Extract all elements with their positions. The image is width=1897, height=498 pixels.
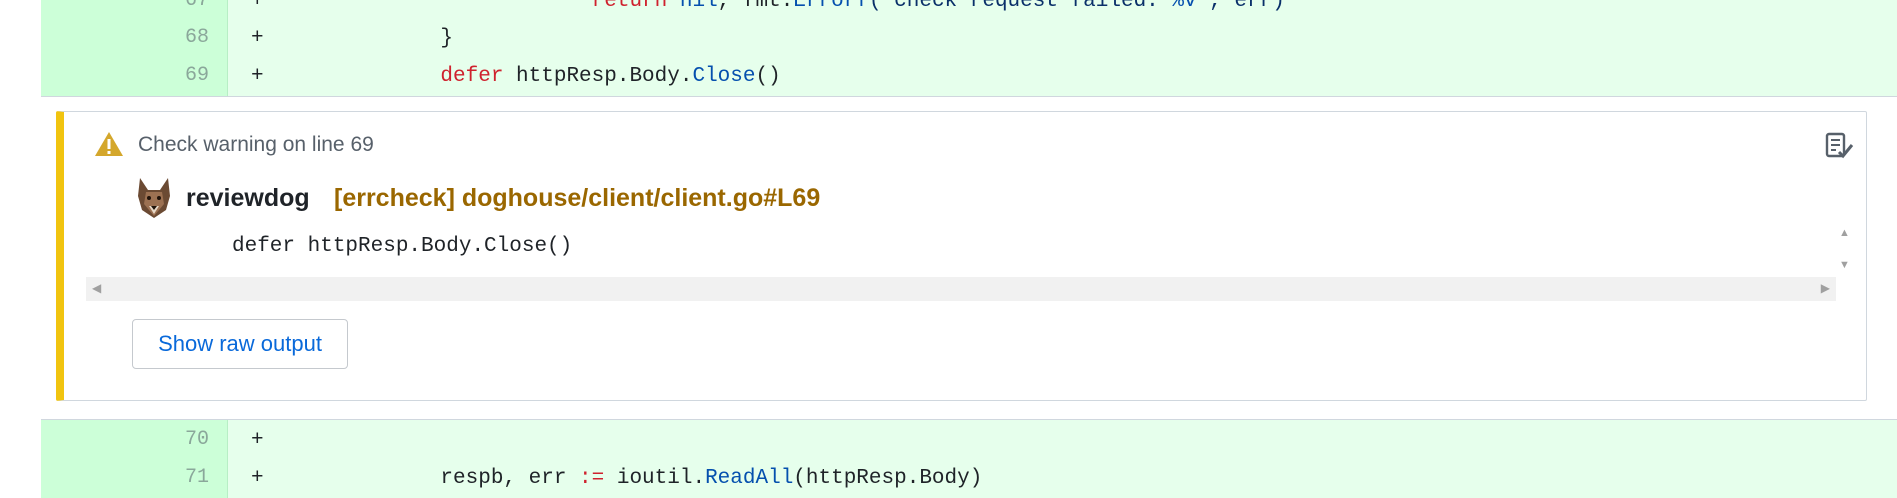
diff-block-bottom: 70 + 71 + respb, err := ioutil.ReadAll(h… [41,420,1897,498]
line-number[interactable]: 70 [185,428,209,451]
code-token: () [755,65,781,88]
check-annotation: Check warning on line 69 reviewdog [errc… [56,111,1867,401]
scroll-left-icon[interactable]: ◀ [92,281,101,295]
diff-block-top: 67 + return nil, fmt.Errorf("check reque… [41,0,1897,96]
code-token: , fmt. [717,0,794,13]
code-token: ReadAll [705,467,794,490]
diff-marker: + [251,0,264,13]
diff-line: 71 + respb, err := ioutil.ReadAll(httpRe… [41,458,1897,498]
diff-line: 70 + [41,420,1897,460]
line-number[interactable]: 67 [185,0,209,12]
annotation-output[interactable]: defer httpResp.Body.Close() ▲ ▼ ◀ ▶ [86,219,1856,311]
code-token: respb, err [390,467,580,490]
show-raw-output-button[interactable]: Show raw output [132,319,348,369]
code-token: nil [679,0,718,13]
diff-marker: + [251,65,264,88]
code-token: defer [440,65,504,88]
line-gutter[interactable]: 71 [41,458,228,498]
code-token: ("check request failed: [868,0,1172,13]
code-token: return [591,0,668,13]
code-line: defer httpResp.Body.Close() [390,65,781,88]
avatar [138,178,170,218]
line-gutter[interactable]: 69 [41,56,228,96]
diff-marker: + [251,27,264,50]
code-token: Close [692,65,756,88]
code-line: return nil, fmt.Errorf("check request fa… [390,0,1285,13]
line-gutter[interactable]: 70 [41,420,228,460]
diff-marker: + [251,467,264,490]
checklist-icon[interactable] [1824,130,1854,160]
code-token: ioutil. [604,467,706,490]
scroll-right-icon[interactable]: ▶ [1821,281,1830,295]
vertical-scrollbar[interactable]: ▲ ▼ [1834,219,1856,277]
code-line: respb, err := ioutil.ReadAll(httpResp.Bo… [390,467,982,490]
annotation-title: Check warning on line 69 [138,133,374,156]
code-token: %v [1171,0,1197,13]
author-name[interactable]: reviewdog [186,184,310,213]
alert-icon [95,132,123,156]
divider [41,96,1897,97]
line-number[interactable]: 69 [185,64,209,87]
line-gutter[interactable]: 68 [41,18,228,58]
code-token: (httpResp.Body) [793,467,983,490]
diff-line: 69 + defer httpResp.Body.Close() [41,56,1897,96]
code-token: ", err) [1196,0,1285,13]
code-token: Errorf [793,0,869,13]
line-number[interactable]: 68 [185,26,209,49]
diff-marker: + [251,429,264,452]
code-token: := [579,467,605,490]
diff-line: 68 + } [41,18,1897,58]
code-line: } [390,27,453,50]
output-text: defer httpResp.Body.Close() [232,235,573,258]
horizontal-scrollbar[interactable]: ◀ ▶ [86,277,1836,301]
scroll-down-icon[interactable]: ▼ [1839,259,1850,271]
line-number[interactable]: 71 [185,466,209,489]
annotation-message-title: [errcheck] doghouse/client/client.go#L69 [334,184,821,212]
code-token: httpResp.Body. [503,65,693,88]
code-token: } [390,27,454,50]
scroll-up-icon[interactable]: ▲ [1839,227,1850,239]
